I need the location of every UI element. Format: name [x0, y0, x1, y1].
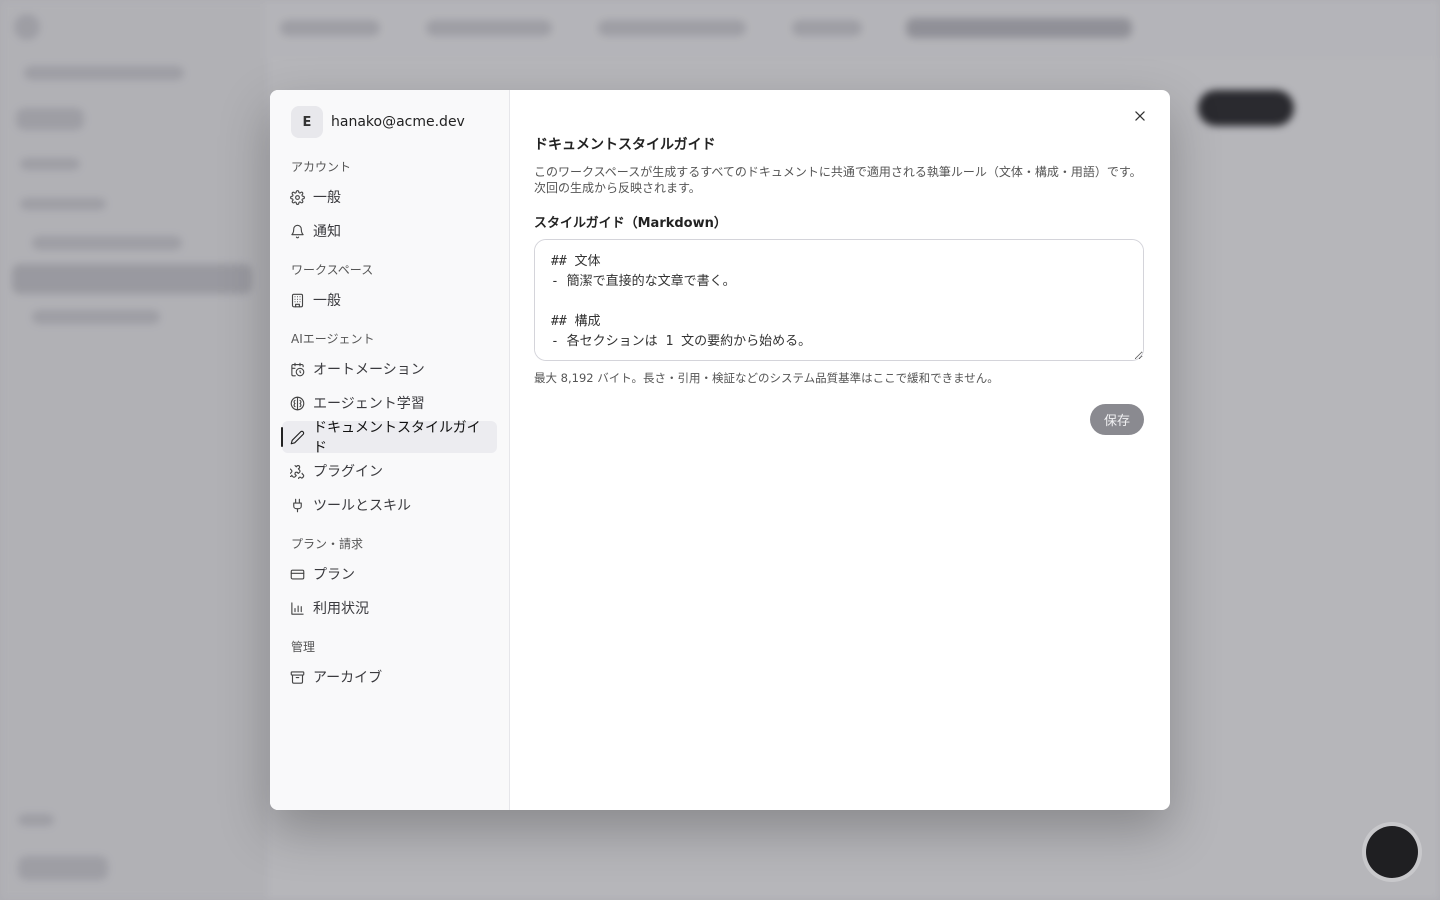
settings-sidebar: E hanako@acme.dev アカウント 一般 通知 ワークスペース 一般… [270, 90, 510, 810]
nav-item-plugins[interactable]: プラグイン [282, 455, 497, 487]
nav-item-label: ドキュメントスタイルガイド [313, 420, 481, 456]
nav-group-label-account: アカウント [291, 160, 352, 174]
archive-icon [290, 670, 305, 684]
nav-item-label: プラン [313, 567, 355, 583]
nav-item-label: 一般 [313, 293, 341, 309]
nav-item-label: ツールとスキル [313, 498, 411, 514]
close-icon [1135, 111, 1145, 121]
nav-item-plan[interactable]: プラン [282, 558, 497, 590]
nav-item-notifications[interactable]: 通知 [282, 215, 497, 247]
settings-modal: E hanako@acme.dev アカウント 一般 通知 ワークスペース 一般… [270, 90, 1170, 810]
bar-chart-icon [291, 601, 304, 615]
gear-icon [290, 189, 305, 205]
puzzle-icon [290, 464, 305, 479]
nav-item-agent-learning[interactable]: エージェント学習 [282, 387, 497, 419]
pen-icon [290, 430, 305, 444]
nav-item-label: 一般 [313, 190, 341, 206]
calendar-clock-icon [291, 362, 305, 376]
nav-item-label: オートメーション [313, 362, 425, 378]
nav-item-usage[interactable]: 利用状況 [282, 592, 497, 624]
settings-content: ドキュメントスタイルガイド このワークスペースが生成するすべてのドキュメントに共… [510, 90, 1170, 810]
brain-icon [290, 396, 305, 410]
account-header: E hanako@acme.dev [282, 106, 497, 138]
nav-item-tools-and-skills[interactable]: ツールとスキル [282, 489, 497, 521]
nav-item-automation[interactable]: オートメーション [282, 353, 497, 385]
style-guide-textarea[interactable] [534, 239, 1144, 361]
nav-item-label: 利用状況 [313, 601, 369, 617]
nav-item-label: 通知 [313, 224, 341, 240]
nav-group-label-admin: 管理 [291, 640, 316, 654]
bell-icon [291, 224, 304, 238]
building-icon [291, 293, 304, 307]
nav-item-archive[interactable]: アーカイブ [282, 661, 497, 693]
nav-item-workspace-general[interactable]: 一般 [282, 284, 497, 316]
nav-item-account-general[interactable]: 一般 [282, 181, 497, 213]
nav-group-label-billing: プラン・請求 [291, 537, 364, 551]
page-description: このワークスペースが生成するすべてのドキュメントに共通で適用される執筆ルール（文… [534, 165, 1142, 195]
save-row: 保存 [534, 404, 1144, 435]
nav-item-document-style-guide[interactable]: ドキュメントスタイルガイド [281, 420, 497, 456]
account-email: hanako@acme.dev [331, 114, 465, 130]
nav-group-label-workspace: ワークスペース [291, 263, 374, 277]
nav-item-label: エージェント学習 [313, 396, 425, 412]
nav-group-label-ai-agent: AIエージェント [291, 332, 375, 346]
plug-icon [293, 498, 302, 512]
style-guide-field-label: スタイルガイド（Markdown） [534, 216, 727, 231]
avatar: E [291, 106, 323, 138]
floating-action-button [1366, 826, 1418, 878]
style-guide-hint: 最大 8,192 バイト。長さ・引用・検証などのシステム品質基準はここで緩和でき… [534, 371, 999, 385]
nav-item-label: プラグイン [313, 464, 383, 480]
page-title: ドキュメントスタイルガイド [534, 137, 716, 153]
close-button[interactable] [1130, 106, 1150, 126]
save-button[interactable]: 保存 [1089, 404, 1144, 435]
nav-item-label: アーカイブ [313, 670, 383, 686]
credit-card-icon [290, 569, 305, 579]
